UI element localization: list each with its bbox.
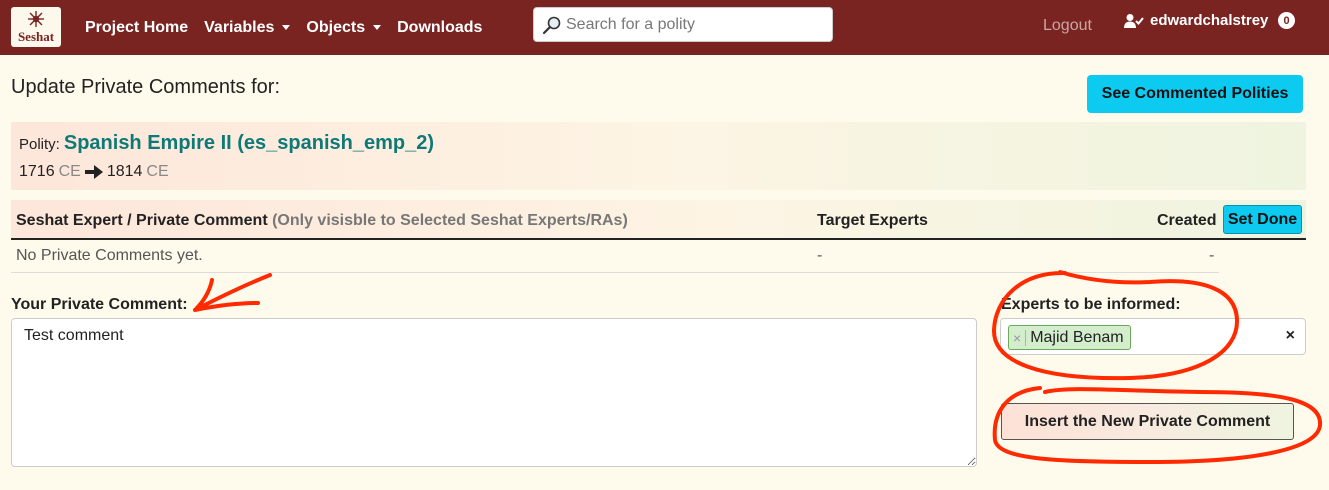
start-year: 1716 (19, 163, 55, 180)
arrow-right-icon (84, 165, 103, 179)
experts-select[interactable]: × Majid Benam × (1000, 318, 1306, 355)
polity-years: 1716 CE 1814 CE (19, 163, 1298, 181)
chip-remove-icon[interactable]: × (1013, 329, 1027, 346)
expert-chip: × Majid Benam (1008, 325, 1131, 350)
nav-label: Downloads (397, 18, 483, 36)
nav-downloads[interactable]: Downloads (397, 19, 482, 37)
start-era: CE (58, 163, 81, 180)
search-icon (542, 16, 561, 34)
comment-label: Your Private Comment: (11, 296, 188, 313)
comments-table-header: Seshat Expert / Private Comment (Only vi… (11, 200, 1306, 240)
expert-chip-label: Majid Benam (1030, 328, 1124, 346)
col-created-header: Created (1157, 212, 1217, 229)
nav-label: Objects (306, 18, 366, 36)
username: edwardchalstrey (1150, 12, 1269, 29)
col-targets-header: Target Experts (817, 212, 928, 229)
nav-label: Project Home (85, 18, 189, 36)
nav-label: Variables (204, 18, 275, 36)
seshat-logo[interactable]: Seshat (11, 7, 61, 47)
caret-down-icon (282, 25, 291, 30)
page-title: Update Private Comments for: (11, 76, 280, 98)
nav-project-home[interactable]: Project Home (85, 19, 188, 37)
notification-badge[interactable]: 0 (1278, 12, 1295, 29)
table-row: No Private Comments yet. - - (11, 240, 1219, 273)
end-year: 1814 (106, 163, 143, 180)
user-menu[interactable]: edwardchalstrey (1124, 12, 1268, 29)
seshat-star-icon (28, 11, 44, 27)
navbar: Seshat Project Home Variables Objects Do… (0, 0, 1329, 55)
annotation-arrow (193, 273, 272, 312)
user-check-icon (1124, 13, 1144, 28)
row-targets: - (817, 247, 823, 264)
search-box[interactable] (533, 7, 833, 42)
nav-objects-dropdown[interactable]: Objects (306, 18, 382, 37)
col-comment-header: Seshat Expert / Private Comment (Only vi… (16, 212, 628, 230)
polity-card: Polity: Spanish Empire II (es_spanish_em… (11, 122, 1306, 190)
end-era: CE (146, 163, 169, 180)
experts-label: Experts to be informed: (1001, 296, 1181, 313)
search-input[interactable] (566, 15, 826, 34)
see-commented-polities-button[interactable]: See Commented Polities (1087, 75, 1303, 113)
row-comment: No Private Comments yet. (16, 247, 203, 264)
polity-label: Polity: (19, 136, 60, 153)
col-comment-title: Seshat Expert / Private Comment (16, 212, 268, 229)
col-comment-note: (Only visisble to Selected Seshat Expert… (272, 212, 628, 229)
logo-text: Seshat (17, 29, 55, 44)
nav-links: Project Home Variables Objects Downloads (85, 0, 482, 55)
row-created: - (1209, 247, 1215, 264)
insert-comment-button[interactable]: Insert the New Private Comment (1001, 403, 1294, 440)
logout-link[interactable]: Logout (1043, 17, 1092, 35)
nav-variables-dropdown[interactable]: Variables (204, 18, 291, 37)
polity-name-link[interactable]: Spanish Empire II (es_spanish_emp_2) (64, 132, 434, 155)
comment-textarea[interactable]: Test comment (11, 318, 977, 467)
set-done-button[interactable]: Set Done (1223, 205, 1302, 234)
clear-selection-icon[interactable]: × (1286, 327, 1295, 345)
caret-down-icon (373, 25, 382, 30)
